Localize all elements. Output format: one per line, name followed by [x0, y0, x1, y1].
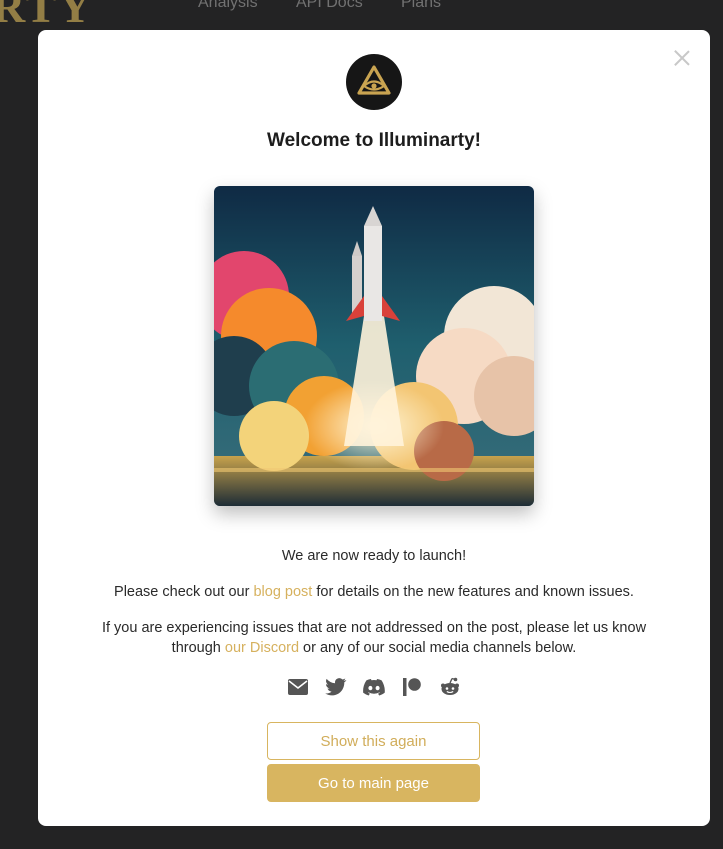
social-links — [38, 676, 710, 698]
close-icon[interactable] — [672, 48, 692, 68]
illuminarty-logo — [346, 54, 402, 110]
patreon-icon[interactable] — [401, 676, 423, 698]
blog-paragraph: Please check out our blog post for detai… — [78, 582, 670, 602]
reddit-icon[interactable] — [439, 676, 461, 698]
email-icon[interactable] — [287, 676, 309, 698]
discord-link[interactable]: our Discord — [225, 640, 299, 656]
eye-triangle-icon — [357, 65, 391, 95]
blog-prefix-text: Please check out our — [114, 584, 254, 600]
ready-text: We are now ready to launch! — [281, 548, 467, 564]
issues-paragraph: If you are experiencing issues that are … — [78, 618, 670, 658]
go-to-main-page-button[interactable]: Go to main page — [267, 764, 480, 802]
show-again-button[interactable]: Show this again — [267, 722, 480, 760]
blog-post-link[interactable]: blog post — [253, 584, 312, 600]
rocket-launch-image — [214, 186, 534, 506]
twitter-icon[interactable] — [325, 676, 347, 698]
discord-icon[interactable] — [363, 676, 385, 698]
welcome-modal: Welcome to Illuminarty! We are now ready… — [38, 30, 710, 826]
blog-suffix-text: for details on the new features and know… — [312, 584, 634, 600]
modal-title: Welcome to Illuminarty! — [267, 130, 481, 151]
issues-suffix-text: or any of our social media channels belo… — [299, 640, 577, 656]
